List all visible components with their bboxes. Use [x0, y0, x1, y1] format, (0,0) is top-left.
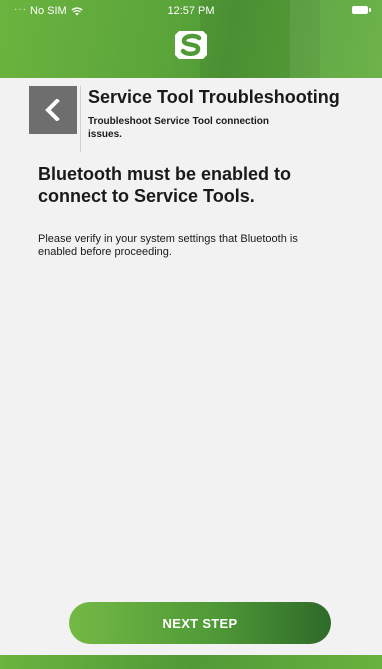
back-button[interactable] — [29, 86, 77, 134]
chevron-left-icon — [45, 99, 60, 121]
battery-icon — [352, 6, 371, 14]
page-subtitle: Troubleshoot Service Tool connection iss… — [88, 116, 269, 140]
next-step-button[interactable]: NEXT STEP — [69, 602, 331, 644]
page-title: Service Tool Troubleshooting — [88, 87, 340, 107]
status-bar: ··· No SIM 12:57 PM — [0, 0, 382, 24]
title-divider — [80, 86, 81, 152]
status-time: 12:57 PM — [167, 5, 215, 17]
message-body: Please verify in your system settings th… — [38, 233, 298, 258]
app-header: ··· No SIM 12:57 PM — [0, 0, 382, 78]
next-step-label: NEXT STEP — [162, 615, 238, 631]
message-heading: Bluetooth must be enabled to connect to … — [38, 164, 292, 206]
brand-s-logo-icon — [175, 31, 207, 59]
bottom-bar — [0, 655, 382, 669]
